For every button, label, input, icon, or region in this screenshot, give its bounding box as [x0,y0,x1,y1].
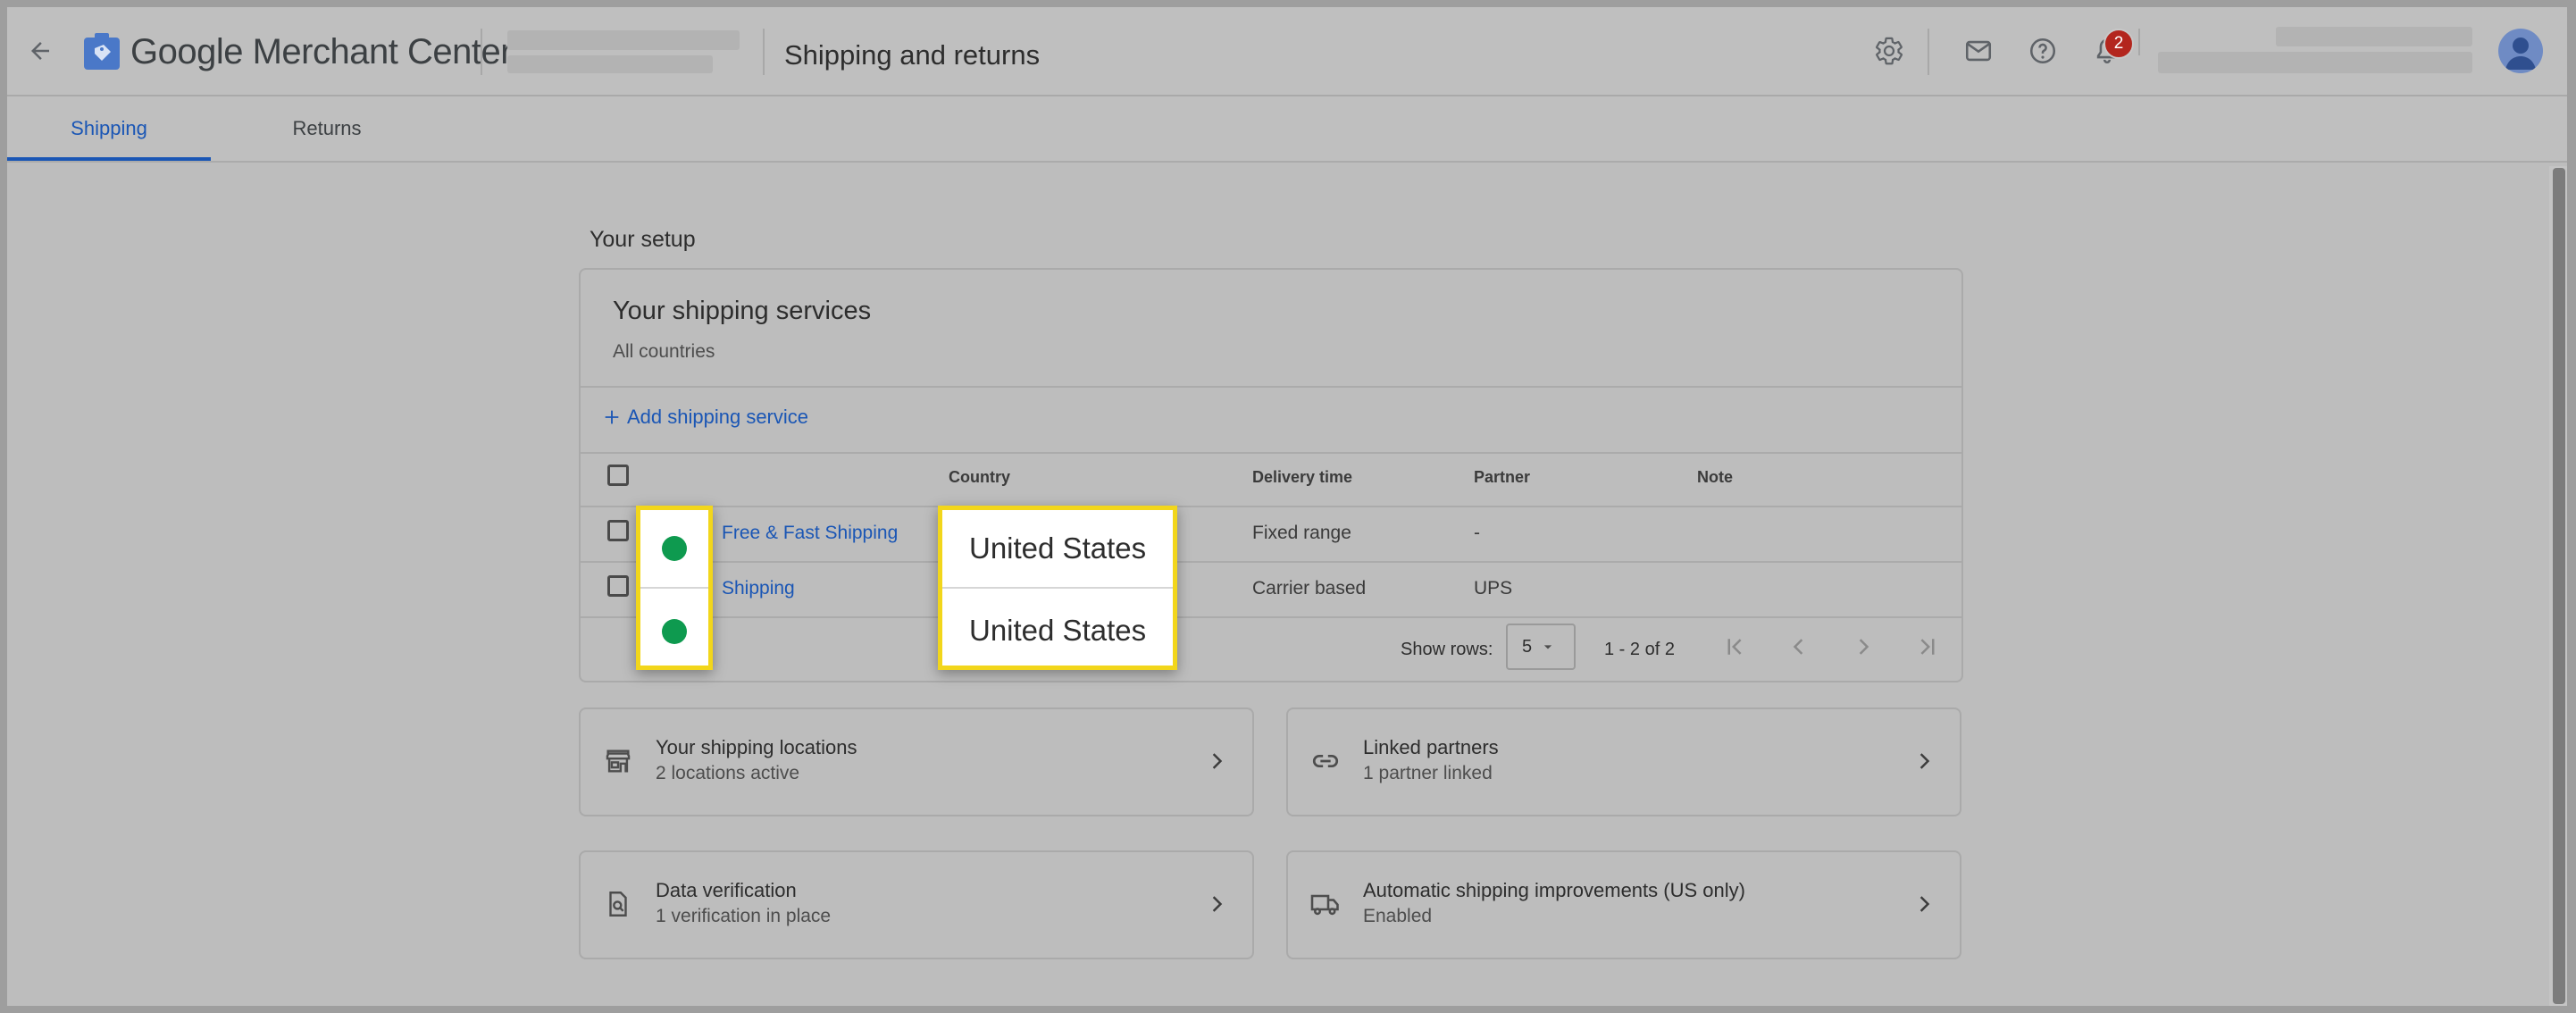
settings-gear-icon[interactable] [1869,30,1910,71]
partner-cell: UPS [1474,578,1513,599]
first-page-icon[interactable] [1715,627,1754,666]
divider [581,506,1961,507]
document-search-icon [600,886,636,922]
status-active-dot-icon [662,619,687,644]
row-checkbox[interactable] [607,520,629,541]
service-name-link[interactable]: Shipping [722,578,795,599]
linked-partners-card[interactable]: Linked partners 1 partner linked [1286,707,1961,816]
shipping-services-card: Your shipping services All countries Add… [579,268,1963,682]
header-divider [763,29,765,75]
add-shipping-service-label: Add shipping service [627,406,809,428]
column-header-country[interactable]: Country [949,468,1010,487]
card-title: Your shipping services [613,297,872,325]
card-title: Your shipping locations [656,736,857,758]
header-divider [1928,29,1929,75]
shipping-locations-card[interactable]: Your shipping locations 2 locations acti… [579,707,1254,816]
tab-bar: Shipping Returns [7,96,2567,163]
card-title: Automatic shipping improvements (US only… [1363,879,1745,901]
partner-cell: - [1474,523,1480,543]
tab-shipping[interactable]: Shipping [7,96,211,161]
scrollbar-thumb[interactable] [2553,168,2565,1004]
card-subtitle: 1 partner linked [1363,763,1493,783]
rows-per-page-value: 5 [1522,636,1533,657]
tab-returns[interactable]: Returns [225,96,429,161]
card-subtitle: 1 verification in place [656,906,832,926]
previous-page-icon[interactable] [1779,627,1819,666]
automatic-shipping-improvements-card[interactable]: Automatic shipping improvements (US only… [1286,850,1961,959]
column-header-note[interactable]: Note [1697,468,1733,487]
tab-shipping-label: Shipping [71,117,147,139]
show-rows-label: Show rows: [1401,640,1493,659]
page-title: Shipping and returns [784,39,1041,71]
active-tab-indicator [7,157,211,161]
add-shipping-service-button[interactable]: Add shipping service [602,406,808,429]
plus-icon [605,410,619,424]
card-subtitle: Enabled [1363,906,1433,926]
column-header-delivery-time[interactable]: Delivery time [1252,468,1352,487]
row-checkbox[interactable] [607,575,629,597]
card-title: Data verification [656,879,797,901]
header-divider [481,29,482,75]
divider [581,452,1961,454]
chevron-right-icon [1199,743,1234,779]
next-page-icon[interactable] [1844,627,1883,666]
divider [581,616,1961,618]
help-icon[interactable] [2022,30,2063,71]
chevron-right-icon [1906,743,1942,779]
status-highlight-callout [636,506,713,670]
country-cell: United States [969,532,1147,565]
country-cell: United States [969,614,1147,647]
divider [581,561,1961,563]
user-name-redacted [2276,27,2472,46]
link-icon [1308,743,1343,779]
divider [581,386,1961,388]
card-subtitle: 2 locations active [656,763,800,783]
account-name-redacted [507,30,740,50]
user-email-redacted [2158,52,2472,73]
country-highlight-callout: United States United States [938,506,1177,670]
card-subtitle: All countries [613,341,715,362]
divider [640,587,708,589]
select-all-checkbox[interactable] [607,465,629,486]
store-icon [600,743,636,779]
dropdown-arrow-icon [1543,645,1552,649]
chevron-right-icon [1199,886,1234,922]
last-page-icon[interactable] [1908,627,1947,666]
mail-icon[interactable] [1958,30,1999,71]
merchant-center-logo [82,32,121,71]
rows-per-page-select[interactable]: 5 [1506,624,1576,670]
tab-returns-label: Returns [292,117,362,139]
chevron-right-icon [1906,886,1942,922]
card-title: Linked partners [1363,736,1499,758]
service-name-link[interactable]: Free & Fast Shipping [722,523,898,544]
user-avatar[interactable] [2498,29,2543,73]
column-header-partner[interactable]: Partner [1474,468,1530,487]
header-divider [2138,29,2140,55]
status-active-dot-icon [662,536,687,561]
top-app-bar: Google Merchant Center Shipping and retu… [7,7,2567,96]
notification-count-badge: 2 [2103,29,2134,59]
brand-name: Google Merchant Center [130,32,513,71]
account-id-redacted [507,55,713,73]
delivery-time-cell: Carrier based [1252,578,1367,599]
back-arrow-icon[interactable] [20,30,61,71]
app-window: Google Merchant Center Shipping and retu… [7,7,2567,1006]
divider [942,587,1173,589]
section-title: Your setup [590,227,696,252]
data-verification-card[interactable]: Data verification 1 verification in plac… [579,850,1254,959]
delivery-time-cell: Fixed range [1252,523,1351,543]
pagination-range: 1 - 2 of 2 [1604,640,1675,659]
truck-icon [1308,886,1343,922]
